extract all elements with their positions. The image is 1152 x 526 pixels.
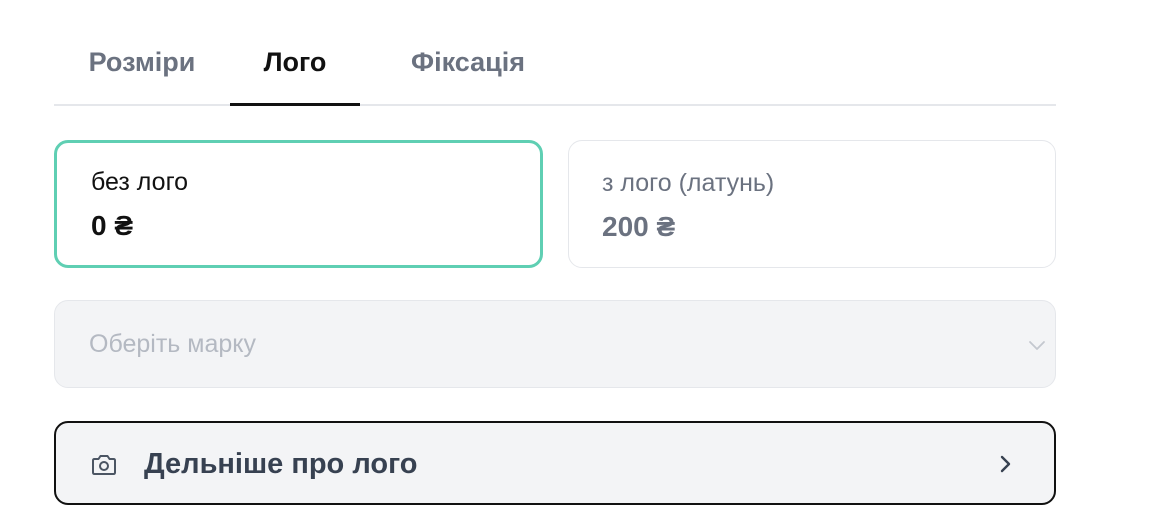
tab-fixation[interactable]: Фіксація: [360, 18, 576, 106]
option-label: без лого: [91, 168, 189, 196]
tab-logo[interactable]: Лого: [230, 18, 360, 106]
option-card-brass-logo[interactable]: з лого (латунь) 200 ₴: [568, 140, 1056, 268]
option-label: з лого (латунь): [602, 169, 775, 197]
option-card-no-logo[interactable]: без лого 0 ₴: [54, 140, 543, 268]
logo-options-panel: Розміри Лого Фіксація без лого 0 ₴ з лог…: [0, 0, 1152, 526]
option-price: 0 ₴: [91, 210, 134, 241]
chevron-right-icon: [1000, 455, 1011, 473]
tab-sizes[interactable]: Розміри: [54, 18, 230, 106]
tab-bar: Розміри Лого Фіксація: [54, 18, 1056, 106]
more-about-logo-button[interactable]: Дельніше про лого: [54, 421, 1056, 505]
option-price: 200 ₴: [602, 211, 676, 242]
active-tab-indicator: [230, 103, 360, 106]
brand-select[interactable]: Оберіть марку: [54, 300, 1056, 388]
brand-select-placeholder: Оберіть марку: [89, 329, 256, 358]
camera-icon: [92, 455, 116, 475]
chevron-down-icon: [1029, 341, 1045, 350]
more-button-label: Дельніше про лого: [144, 448, 418, 480]
